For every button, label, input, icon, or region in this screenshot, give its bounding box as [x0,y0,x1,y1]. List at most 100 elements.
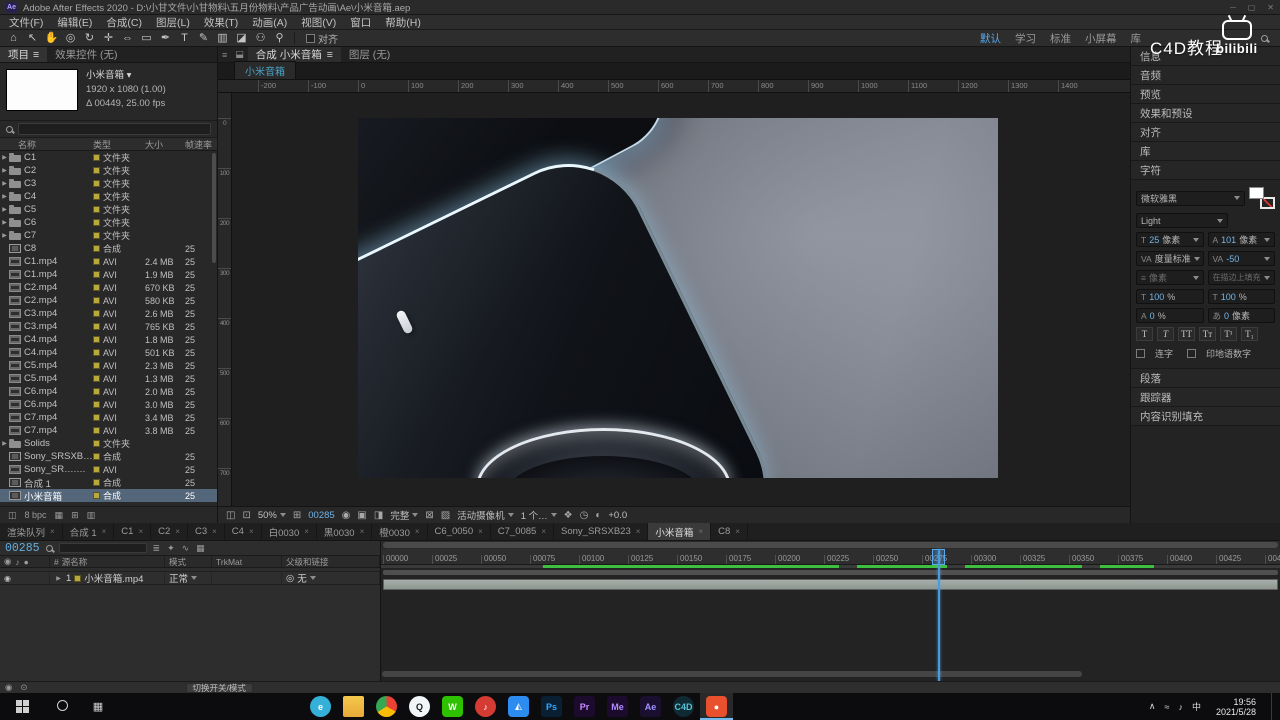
font-style-select[interactable]: Light [1136,213,1228,228]
task-view-button[interactable]: ▦ [80,700,116,713]
project-item-row[interactable]: ▶ C2 文件夹 [0,164,217,177]
twirl-icon[interactable]: ▶ [0,167,9,174]
taskbar-app-button[interactable]: Ae [634,693,667,720]
panel-menu-icon[interactable]: ≡ [327,49,333,61]
label-color-swatch[interactable] [93,206,100,213]
taskbar-app-button[interactable]: Me [601,693,634,720]
close-tab-icon[interactable]: × [541,527,546,536]
brush-tool-icon[interactable]: ✎ [194,30,213,46]
panel-grip-icon[interactable]: ≡ [218,47,231,62]
project-item-row[interactable]: C7.mp4 AVI 3.8 MB 25 [0,424,217,437]
timeline-comp-tab[interactable]: C8 × [711,523,748,540]
panel-header[interactable]: 内容识别填充 [1131,407,1280,426]
project-item-row[interactable]: C1.mp4 AVI 1.9 MB 25 [0,268,217,281]
show-desktop-button[interactable] [1271,693,1276,720]
workspace-tab[interactable]: 小屏幕 [1085,31,1117,46]
panel-header[interactable]: 效果和预设 [1131,104,1280,123]
layer-trkmat-cell[interactable] [212,572,282,584]
taskbar-app-button[interactable] [370,693,403,720]
faux-style-button[interactable]: TT [1178,327,1195,341]
kerning-select[interactable]: VA 度量标准 [1136,251,1204,266]
project-item-row[interactable]: C8 合成 25 [0,242,217,255]
menu-item[interactable]: 动画(A) [245,15,294,30]
exposure-value[interactable]: +0.0 [608,510,627,521]
label-color-swatch[interactable] [93,349,100,356]
current-time-indicator[interactable] [938,549,940,681]
twirl-icon[interactable]: ▶ [0,180,9,187]
baseline-shift-field[interactable]: A 0 % [1136,308,1204,323]
label-color-swatch[interactable] [93,271,100,278]
timeline-comp-tab[interactable]: C1 × [114,523,152,540]
type-tool-icon[interactable]: T [175,30,194,46]
delete-icon[interactable]: ▥ [87,510,96,521]
comp-mini-flowchart-icon[interactable]: ≣ [153,543,161,554]
parent-link-column[interactable]: 父级和链接 [282,556,380,567]
panel-header[interactable]: 对齐 [1131,123,1280,142]
close-tab-icon[interactable]: × [249,527,254,536]
taskbar-app-button[interactable]: ◭ [502,693,535,720]
label-color-swatch[interactable] [93,232,100,239]
primary-viewer-icon[interactable]: ⊡ [242,510,250,521]
maximize-button[interactable]: ▢ [1248,3,1256,12]
layer-parent-select[interactable]: ◎ 无 [282,572,380,585]
new-composition-icon[interactable]: ⊞ [71,510,79,521]
workspace-tab[interactable]: 库 [1131,31,1142,46]
column-framerate[interactable]: 帧速率 [185,138,217,151]
time-ruler[interactable]: 00000 00025 00050 00075 00100 00125 00150 00175… [381,549,1280,565]
taskbar-app-button[interactable]: W [436,693,469,720]
timeline-comp-tab[interactable]: 白0030 × [262,523,317,540]
label-color-swatch[interactable] [93,167,100,174]
close-tab-icon[interactable]: × [138,527,143,536]
comp-flag-caret-icon[interactable]: ▾ [127,70,132,81]
taskbar-app-button[interactable]: e [304,693,337,720]
shy-icon[interactable]: ✦ [167,543,175,554]
layer-name-cell[interactable]: ▶ 1 小米音箱.mp4 [50,572,165,585]
horizontal-scale-field[interactable]: T 100 % [1207,289,1275,304]
label-color-swatch[interactable] [93,388,100,395]
layer-label-color[interactable] [74,574,82,582]
project-item-row[interactable]: 小米音箱 合成 25 [0,489,217,503]
viewer-comp-tab[interactable]: 小米音箱 [234,61,296,79]
panel-header[interactable]: 音频 [1131,66,1280,85]
current-frame[interactable]: 00285 [308,510,334,521]
timeline-comp-tab[interactable]: C3 × [188,523,225,540]
selection-tool-icon[interactable]: ↖ [23,30,42,46]
taskbar-app-button[interactable]: Pr [568,693,601,720]
pixel-aspect-icon[interactable]: ❖ [564,510,573,521]
show-snapshot-icon[interactable]: ▣ [357,510,366,521]
timeline-track-area[interactable]: 00000 00025 00050 00075 00100 00125 00150 00175… [380,541,1280,681]
panel-menu-icon[interactable]: ≡ [33,49,39,61]
fill-color-swatch[interactable] [1249,187,1264,199]
close-tab-icon[interactable]: × [304,527,309,536]
timeline-comp-tab[interactable]: Sony_SRSXB23 × [554,523,649,540]
timeline-comp-tab[interactable]: 渲染队列 × [0,523,63,540]
tab-composition-viewer[interactable]: 合成 小米音箱 ≡ [247,47,341,62]
label-color-swatch[interactable] [93,362,100,369]
menu-item[interactable]: 合成(C) [99,15,149,30]
label-color-swatch[interactable] [93,336,100,343]
vertical-scale-value[interactable]: 100 [1149,292,1164,302]
taskbar-clock[interactable]: 19:56 2021/5/28 [1210,697,1262,717]
panel-header[interactable]: 库 [1131,142,1280,161]
close-tab-icon[interactable]: × [360,527,365,536]
column-type[interactable]: 类型 [93,138,145,151]
workspace-tab[interactable]: 默认 [980,31,1001,46]
panel-header-character[interactable]: 字符 [1131,161,1280,180]
grid-guides-icon[interactable]: ⊞ [293,510,301,521]
twirl-icon[interactable]: ▶ [0,206,9,213]
workspace-tab[interactable]: 学习 [1015,31,1036,46]
ligatures-checkbox[interactable] [1136,349,1145,358]
taskbar-app-button[interactable]: Q [403,693,436,720]
faux-style-button[interactable]: T₁ [1241,327,1258,341]
close-tab-icon[interactable]: × [102,527,107,536]
layer-duration-bar[interactable] [383,579,1278,590]
close-tab-icon[interactable]: × [175,527,180,536]
search-workspace-icon[interactable] [1261,34,1268,42]
composition-image[interactable] [358,118,998,478]
clone-stamp-tool-icon[interactable]: ▥ [213,30,232,46]
color-depth-button[interactable]: 8 bpc [25,510,47,520]
project-item-row[interactable]: C1.mp4 AVI 2.4 MB 25 [0,255,217,268]
view-layout-select[interactable]: 1 个… [521,508,557,522]
pan-camera-tool-icon[interactable]: ✛ [99,30,118,46]
label-color-swatch[interactable] [93,284,100,291]
